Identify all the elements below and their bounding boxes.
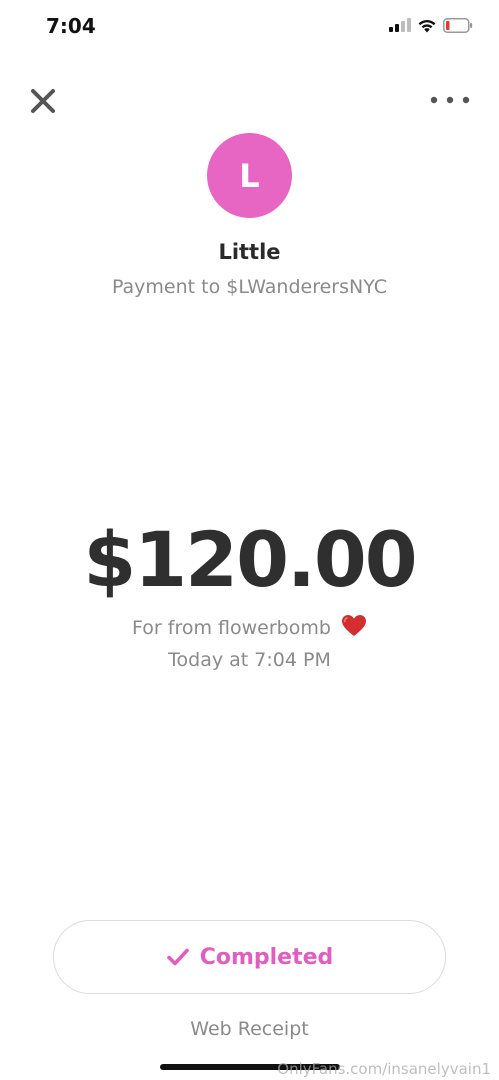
completed-label: Completed — [199, 944, 334, 970]
completed-status-button[interactable]: Completed — [53, 920, 446, 994]
watermark: OnlyFans.com/insanelyvain1 — [277, 1060, 491, 1078]
check-icon — [166, 948, 189, 966]
payment-timestamp: Today at 7:04 PM — [168, 649, 331, 671]
battery-low-icon — [443, 18, 473, 33]
payment-detail-screen: 7:04 L Little Payment to $LWanderersNYC … — [0, 0, 499, 1080]
cellular-signal-icon — [389, 18, 411, 32]
payment-amount: $120.00 — [83, 515, 417, 604]
avatar[interactable]: L — [207, 133, 292, 218]
payment-note: For from flowerbomb — [0, 614, 499, 639]
payment-note-text: For from flowerbomb — [132, 617, 331, 639]
wifi-icon — [418, 19, 436, 33]
web-receipt-link[interactable]: Web Receipt — [0, 1018, 499, 1040]
more-options-button[interactable] — [429, 92, 471, 108]
status-bar-time: 7:04 — [46, 14, 96, 38]
payment-to-label: Payment to $LWanderersNYC — [111, 276, 388, 298]
close-button[interactable] — [28, 86, 58, 116]
close-icon — [31, 89, 55, 113]
red-heart-icon — [341, 615, 366, 636]
more-icon — [430, 96, 470, 104]
recipient-name: Little — [218, 240, 281, 264]
